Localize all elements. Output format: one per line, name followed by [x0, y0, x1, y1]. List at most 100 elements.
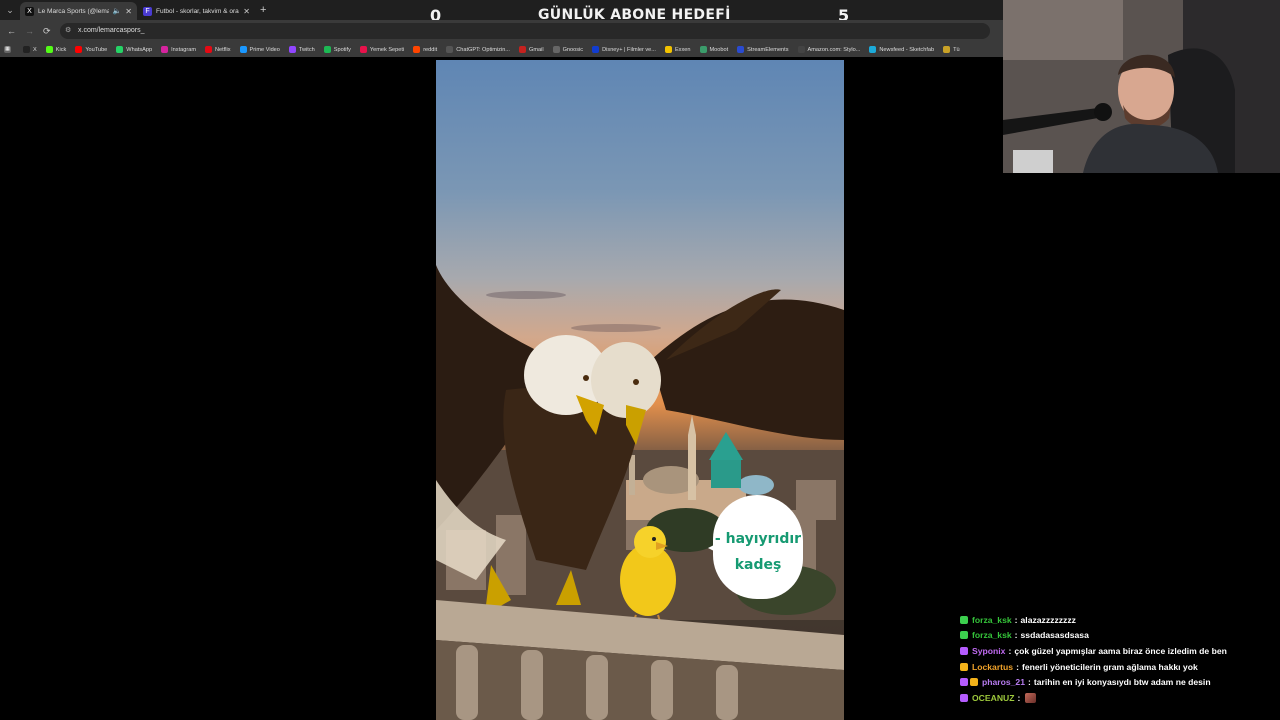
disney-logo-icon — [592, 46, 600, 53]
bookmark-whatsapp[interactable]: WhatsApp — [116, 46, 152, 53]
bookmark-gnoosic[interactable]: Gnoosic — [552, 46, 584, 53]
bookmark-label: Netflix — [214, 46, 231, 53]
bookmark-label: Disney+ | Filmler ve... — [602, 46, 656, 53]
chat-separator: : — [1028, 677, 1031, 688]
bookmark-kick[interactable]: Kick — [45, 46, 67, 53]
exxen-logo-icon — [664, 46, 672, 53]
bubble-line-2: kadeş — [734, 557, 782, 573]
stream-chat: forza_ksk: alazazzzzzzzz forza_ksk: ssdadas… — [960, 612, 1280, 706]
twitch-logo-icon — [288, 46, 296, 53]
bookmark-reddit[interactable]: reddit — [413, 46, 437, 53]
chat-badge-icon — [960, 678, 968, 687]
browser-toolbar: ← → ⟳ ⚙ x.com/lemarcaspors_ — [0, 20, 1003, 42]
netflix-logo-icon — [204, 46, 212, 53]
bookmark-label: Prime Video — [249, 46, 280, 53]
bookmark-netflix[interactable]: Netflix — [204, 46, 231, 53]
bubble-line-1: - hayıyrıdır — [714, 531, 802, 547]
bookmark-label: Amazon.com: Stylo... — [807, 46, 861, 53]
site-info-icon[interactable]: ⚙ — [65, 23, 71, 39]
gnoosic-logo-icon — [552, 46, 560, 53]
chat-separator: : — [1008, 645, 1012, 656]
reload-icon[interactable]: ⟳ — [43, 24, 51, 38]
bookmark-streamelements[interactable]: StreamElements — [737, 46, 789, 53]
back-icon[interactable]: ← — [7, 24, 16, 38]
address-bar[interactable]: ⚙ x.com/lemarcaspors_ — [60, 23, 990, 39]
chat-username[interactable]: forza_ksk — [972, 630, 1012, 640]
speaker-icon[interactable]: 🔈 — [113, 7, 122, 15]
bookmark-x[interactable]: X — [23, 46, 37, 53]
bookmark-label: Instagram — [171, 46, 196, 53]
forward-icon[interactable]: → — [25, 24, 34, 38]
close-icon[interactable]: ✕ — [125, 7, 132, 16]
bookmarks-bar: ▦ X Kick YouTube WhatsApp Instagram Netflix Pr… — [0, 42, 1003, 57]
bookmark-label: StreamElements — [747, 46, 789, 53]
bookmark-label: Yemek Sepeti — [369, 46, 405, 53]
bookmark-label: YouTube — [85, 46, 108, 53]
chat-message: forza_ksk: alazazzzzzzzz — [960, 612, 1280, 628]
chat-badge-icon — [960, 631, 968, 640]
webcam-feed — [1003, 0, 1280, 173]
bookmark-exxen[interactable]: Exxen — [664, 46, 691, 53]
reddit-logo-icon — [413, 46, 421, 53]
bookmark-disney[interactable]: Disney+ | Filmler ve... — [592, 46, 656, 53]
bookmark-gmail[interactable]: Gmail — [518, 46, 544, 53]
chat-badge-icon — [970, 678, 978, 687]
chat-badge-icon — [960, 646, 968, 655]
tab-lemarca[interactable]: X Le Marca Sports (@lemarca 🔈 ✕ — [20, 2, 137, 20]
chat-username[interactable]: forza_ksk — [972, 615, 1012, 625]
instagram-logo-icon — [161, 46, 169, 53]
chat-separator: : — [1016, 661, 1019, 672]
chat-text: çok güzel yapmışlar aama biraz önce izle… — [1014, 645, 1227, 656]
close-icon[interactable]: ✕ — [243, 7, 250, 16]
chat-separator: : — [1014, 630, 1018, 641]
chat-message: pharos_21: tarihin en iyi konyasıydı btw … — [960, 674, 1280, 690]
browser-tab-bar: ⌄ X Le Marca Sports (@lemarca 🔈 ✕ F Futb… — [0, 0, 1003, 20]
bookmark-twitch[interactable]: Twitch — [288, 46, 315, 53]
x-logo-icon — [23, 46, 30, 53]
bookmark-label: Gnoosic — [562, 46, 584, 53]
bookmark-yemeksepeti[interactable]: Yemek Sepeti — [359, 46, 405, 53]
bookmark-label: X — [33, 46, 37, 53]
bookmark-prime[interactable]: Prime Video — [239, 46, 280, 53]
chat-username[interactable]: pharos_21 — [982, 677, 1025, 687]
tab-label: Futbol - skorlar, takvim & oran — [156, 7, 240, 15]
sketchfab-logo-icon — [869, 46, 877, 53]
apps-grid-icon[interactable]: ▦ — [4, 46, 14, 53]
new-tab-button[interactable]: + — [260, 3, 266, 17]
eagle-and-canary-illustration — [436, 265, 844, 720]
chat-username[interactable]: Syponix — [972, 646, 1005, 656]
chat-message: Lockartus: fenerli yöneticilerin gram ağl… — [960, 659, 1280, 675]
bookmark-moobot[interactable]: Moobot — [699, 46, 728, 53]
flashscore-icon: F — [143, 6, 152, 16]
bookmark-sketchfab[interactable]: Newsfeed - Sketchfab — [869, 46, 934, 53]
chat-username[interactable]: OCEANUZ — [972, 693, 1015, 703]
tab-futbol[interactable]: F Futbol - skorlar, takvim & oran ✕ — [138, 2, 255, 20]
bookmark-label: Twitch — [298, 46, 315, 53]
chat-separator: : — [1014, 614, 1018, 625]
chat-username[interactable]: Lockartus — [972, 662, 1013, 672]
bookmark-spotify[interactable]: Spotify — [323, 46, 351, 53]
post-image[interactable]: - hayıyrıdır kadeş — [436, 60, 844, 720]
chat-text: ssdadasasdsasa — [1020, 630, 1089, 641]
yemeksepeti-logo-icon — [359, 46, 367, 53]
bookmark-chatgpt[interactable]: ChatGPT: Optimizin... — [446, 46, 510, 53]
chatgpt-logo-icon — [446, 46, 454, 53]
chat-badge-icon — [960, 693, 968, 702]
bookmark-instagram[interactable]: Instagram — [161, 46, 196, 53]
bookmark-site[interactable]: Tü — [943, 46, 960, 53]
gmail-logo-icon — [518, 46, 526, 53]
bookmark-label: Kick — [55, 46, 67, 53]
bookmark-youtube[interactable]: YouTube — [75, 46, 107, 53]
chat-message: OCEANUZ: — [960, 690, 1280, 706]
tab-search-chevron-icon[interactable]: ⌄ — [3, 3, 17, 17]
bookmark-label: ChatGPT: Optimizin... — [456, 46, 510, 53]
streamer-webcam-image — [1003, 0, 1280, 173]
amazon-logo-icon — [797, 46, 805, 53]
kick-logo-icon — [45, 46, 53, 53]
bookmark-amazon[interactable]: Amazon.com: Stylo... — [797, 46, 861, 53]
chat-separator: : — [1017, 692, 1021, 703]
chat-badge-icon — [960, 662, 968, 671]
bookmark-label: Newsfeed - Sketchfab — [879, 46, 935, 53]
spotify-logo-icon — [323, 46, 331, 53]
streamelements-logo-icon — [737, 46, 745, 53]
